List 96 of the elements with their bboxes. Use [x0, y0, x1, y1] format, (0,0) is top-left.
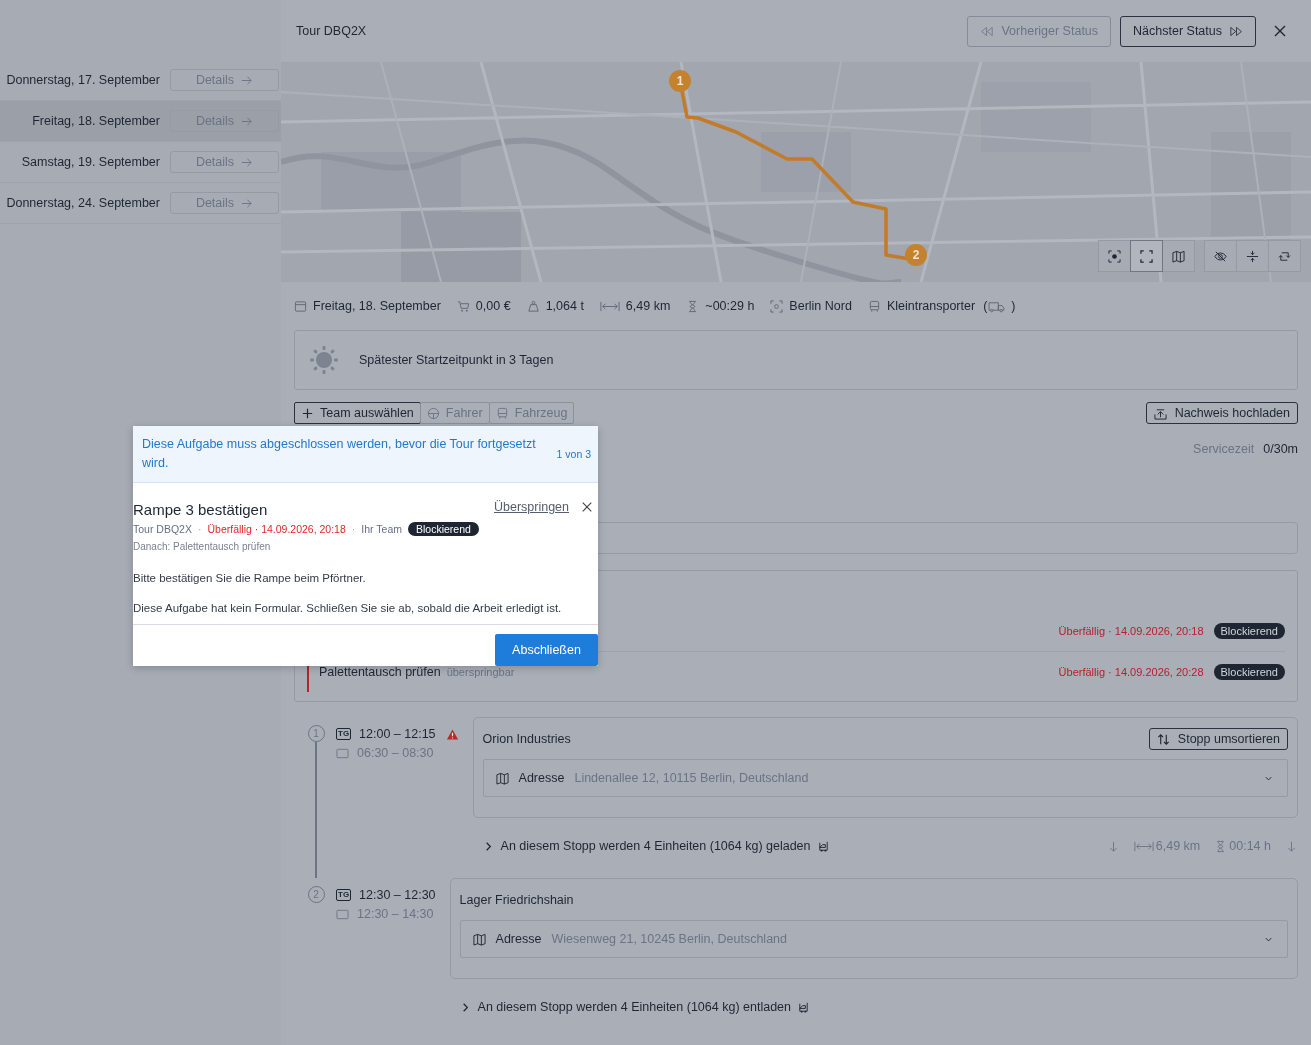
distance-icon — [599, 299, 620, 313]
due-text: Überfällig · 14.09.2026, 20:28 — [1058, 666, 1204, 678]
task-title: Rampe 3 bestätigen — [133, 500, 268, 518]
map-icon — [495, 771, 509, 785]
bus-icon — [867, 299, 881, 313]
forklift-icon — [816, 839, 830, 853]
task-note: überspringbar — [446, 666, 515, 678]
complete-button[interactable]: Abschließen — [495, 634, 598, 666]
truck-icon — [988, 299, 1006, 313]
eye-slash-icon — [1214, 249, 1227, 263]
map-control-button[interactable] — [1162, 240, 1195, 272]
address-text: Lindenallee 12, 10115 Berlin, Deutschland — [574, 771, 809, 785]
tag-label: TG — [336, 728, 352, 740]
status-badge: Blockierend — [1213, 664, 1285, 680]
sun-icon — [309, 345, 339, 375]
map-control-button[interactable] — [1130, 240, 1163, 272]
time-window: 06:30 – 08:30 — [357, 746, 434, 760]
map-control-button[interactable] — [1098, 240, 1131, 272]
due-text: Überfällig · 14.09.2026, 20:18 — [1058, 625, 1204, 637]
stop-name: Orion Industries — [482, 732, 571, 746]
next-task-text: Danach: Palettentausch prüfen — [133, 541, 272, 552]
steering-wheel-icon — [426, 406, 440, 420]
summary-text: Kleintransporter — [886, 299, 976, 313]
forklift-icon — [797, 1000, 810, 1014]
task-title: Palettentausch prüfen — [319, 665, 441, 679]
weight-icon — [526, 299, 540, 313]
sort-arrows-icon — [1156, 732, 1170, 746]
separator-dot: · — [351, 523, 356, 535]
leg-distance: 6,49 km — [1155, 839, 1201, 853]
service-time-label: Servicezeit — [1193, 442, 1255, 456]
day-label: Donnerstag, 24. September — [6, 196, 160, 210]
distance-icon — [1133, 839, 1154, 853]
planned-time: 12:30 – 12:30 — [359, 888, 436, 902]
task-counter: 1 von 3 — [556, 448, 591, 460]
map-control-button[interactable] — [1236, 240, 1269, 272]
fullscreen-icon — [1140, 249, 1153, 263]
status-badge: Blockierend — [408, 522, 479, 536]
fast-forward-icon — [1230, 24, 1243, 38]
separator-dot: · — [197, 523, 202, 535]
tour-title: Tour DBQ2X — [296, 24, 367, 38]
tour-label: Tour DBQ2X — [133, 523, 192, 535]
day-label: Samstag, 19. September — [21, 155, 160, 169]
notice-text: Diese Aufgabe muss abgeschlossen werden, bevor die Tour fortgesetzt wird. — [142, 436, 537, 472]
assign-tab[interactable]: Team auswählen — [294, 402, 421, 424]
status-badge: Blockierend — [1213, 623, 1285, 639]
focus-icon — [1108, 249, 1121, 263]
map-control-button[interactable] — [1268, 240, 1301, 272]
stop-name: Lager Friedrichshain — [459, 893, 574, 907]
target-icon — [770, 299, 784, 313]
calendar-icon — [294, 299, 307, 313]
cart-icon — [456, 299, 470, 313]
map-icon — [472, 932, 486, 946]
window-icon — [336, 907, 349, 921]
address-text: Wiesenweg 21, 10245 Berlin, Deutschland — [551, 932, 787, 946]
summary-text: Freitag, 18. September — [313, 299, 441, 313]
due-text: Überfällig · 14.09.2026, 20:18 — [207, 523, 346, 535]
bus-icon — [495, 406, 509, 420]
upload-button[interactable]: Nachweis hochladen — [1145, 402, 1298, 424]
skip-link[interactable]: Überspringen — [493, 499, 569, 514]
day-label: Freitag, 18. September — [32, 114, 160, 128]
address-dropdown[interactable]: Adresse Wiesenweg 21, 10245 Berlin, Deutschland — [459, 920, 1288, 958]
split-icon — [1246, 249, 1259, 263]
service-time-value: 0/30m — [1263, 442, 1298, 456]
next-status-button[interactable]: Nächster Status — [1120, 15, 1256, 47]
planned-time: 12:00 – 12:15 — [359, 727, 436, 741]
summary-text: 0,00 € — [475, 299, 511, 313]
warning-icon — [445, 727, 459, 741]
arrow-down-icon — [1285, 839, 1298, 853]
summary-text: Berlin Nord — [789, 299, 852, 313]
rotate-icon — [1278, 249, 1291, 263]
upload-icon — [1153, 406, 1167, 420]
task-description: Diese Aufgabe hat kein Formular. Schließen Sie sie ab, sobald die Arbeit erledigt ist. — [133, 602, 563, 614]
leg-duration: 00:14 h — [1229, 839, 1271, 853]
load-toggle[interactable]: An diesem Stopp werden 4 Einheiten (1064 kg) entladen — [449, 1000, 810, 1014]
summary-text: ~00:29 h — [705, 299, 755, 313]
rewind-icon — [980, 24, 994, 38]
close-button[interactable] — [581, 500, 593, 513]
address-dropdown[interactable]: Adresse Lindenallee 12, 10115 Berlin, Deutschland — [482, 759, 1288, 797]
reorder-button[interactable]: Stopp umsortieren — [1148, 728, 1288, 750]
bracket: ) — [1011, 299, 1016, 313]
notice-text: Spätester Startzeitpunkt in 3 Tagen — [359, 353, 554, 367]
window-icon — [336, 746, 349, 760]
team-label: Ihr Team — [361, 523, 402, 535]
tag-label: TG — [336, 889, 352, 901]
address-label: Adresse — [518, 771, 565, 785]
summary-text: 1,064 t — [545, 299, 584, 313]
task-description: Bitte bestätigen Sie die Rampe beim Pförtner. — [133, 572, 367, 584]
summary-text: 6,49 km — [625, 299, 671, 313]
load-toggle[interactable]: An diesem Stopp werden 4 Einheiten (1064 kg) geladen — [472, 839, 830, 853]
time-window: 12:30 – 14:30 — [357, 907, 434, 921]
map-icon — [1172, 249, 1185, 263]
day-label: Donnerstag, 17. September — [6, 73, 160, 87]
bracket: ( — [983, 299, 988, 313]
address-label: Adresse — [495, 932, 542, 946]
plus-icon — [301, 406, 314, 420]
map-control-button[interactable] — [1204, 240, 1237, 272]
